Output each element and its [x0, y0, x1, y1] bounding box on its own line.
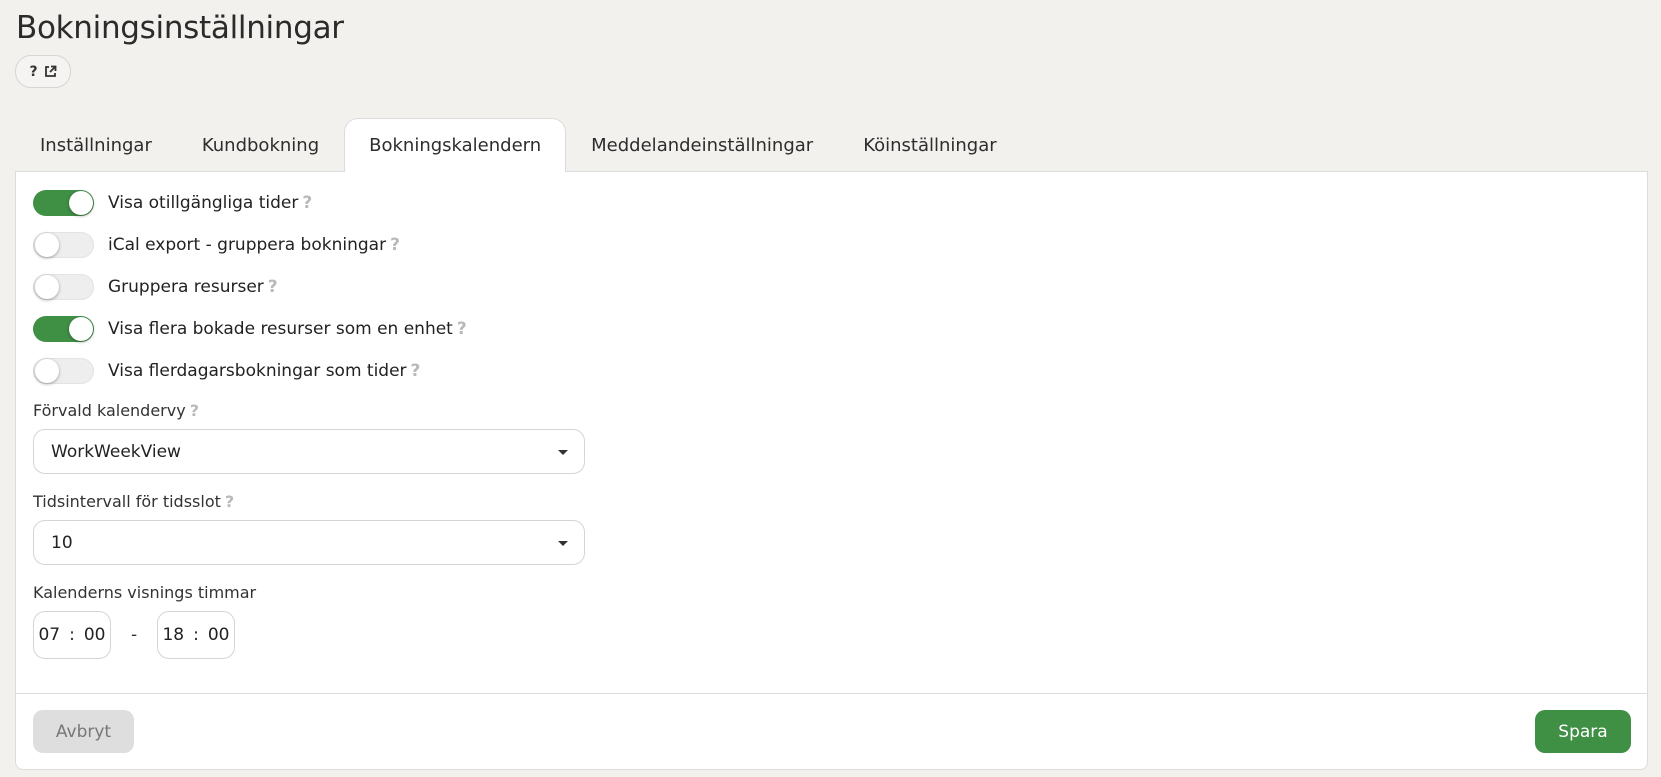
toggle-label: Visa flerdagarsbokningar som tider — [108, 361, 407, 381]
start-time-input: 07 : 00 — [33, 611, 111, 659]
question-mark-icon[interactable]: ? — [390, 235, 400, 255]
end-time-input: 18 : 00 — [157, 611, 235, 659]
question-mark-icon[interactable]: ? — [411, 361, 421, 381]
toggle-knob — [35, 359, 59, 383]
toggle-knob — [69, 191, 93, 215]
toggle-knob — [35, 275, 59, 299]
slot-interval-value: 10 — [51, 532, 73, 553]
default-view-select[interactable]: WorkWeekView — [33, 429, 585, 474]
toggle-row-multi-resources: Visa flera bokade resurser som en enhet … — [33, 315, 467, 343]
group-resources-toggle[interactable] — [33, 274, 94, 300]
toggle-row-multiday-as-times: Visa flerdagarsbokningar som tider ? — [33, 357, 420, 385]
question-mark-icon: ? — [29, 63, 38, 80]
default-view-value: WorkWeekView — [51, 441, 181, 462]
footer-divider — [16, 693, 1647, 694]
question-mark-icon[interactable]: ? — [457, 319, 467, 339]
page-title: Bokningsinställningar — [16, 10, 344, 46]
end-hour-input[interactable]: 18 — [162, 625, 184, 645]
time-colon: : — [193, 625, 199, 645]
toggle-row-unavailable-times: Visa otillgängliga tider ? — [33, 189, 312, 217]
toggle-label: Visa otillgängliga tider — [108, 193, 299, 213]
slot-interval-label-text: Tidsintervall för tidsslot — [33, 492, 221, 511]
toggle-label: Gruppera resurser — [108, 277, 264, 297]
tab-meddelandeinstallningar[interactable]: Meddelandeinställningar — [566, 118, 838, 172]
end-minute-input[interactable]: 00 — [208, 625, 230, 645]
settings-panel: Visa otillgängliga tider ? iCal export -… — [15, 171, 1648, 770]
start-hour-input[interactable]: 07 — [38, 625, 60, 645]
toggle-label: iCal export - gruppera bokningar — [108, 235, 387, 255]
multiday-as-times-toggle[interactable] — [33, 358, 94, 384]
caret-down-icon — [558, 541, 568, 546]
tab-koinstallningar[interactable]: Köinställningar — [838, 118, 1021, 172]
tab-kundbokning[interactable]: Kundbokning — [177, 118, 344, 172]
question-mark-icon[interactable]: ? — [268, 277, 278, 297]
ical-group-toggle[interactable] — [33, 232, 94, 258]
slot-interval-label: Tidsintervall för tidsslot? — [33, 492, 234, 511]
question-mark-icon[interactable]: ? — [225, 492, 234, 511]
toggle-row-group-resources: Gruppera resurser ? — [33, 273, 278, 301]
multi-resources-toggle[interactable] — [33, 316, 94, 342]
toggle-label: Visa flera bokade resurser som en enhet — [108, 319, 453, 339]
time-range-separator: - — [131, 625, 138, 645]
tab-bar: Inställningar Kundbokning Bokningskalend… — [15, 118, 1022, 172]
time-colon: : — [69, 625, 75, 645]
help-external-link-button[interactable]: ? — [15, 55, 71, 88]
default-view-label: Förvald kalendervy? — [33, 401, 199, 420]
cancel-button[interactable]: Avbryt — [33, 710, 134, 753]
tab-bokningskalendern[interactable]: Bokningskalendern — [344, 118, 567, 172]
external-link-icon — [44, 65, 56, 77]
start-minute-input[interactable]: 00 — [84, 625, 106, 645]
toggle-knob — [69, 317, 93, 341]
toggle-row-ical-group: iCal export - gruppera bokningar ? — [33, 231, 400, 259]
caret-down-icon — [558, 450, 568, 455]
display-hours-label: Kalenderns visnings timmar — [33, 583, 257, 602]
question-mark-icon[interactable]: ? — [190, 401, 199, 420]
save-button[interactable]: Spara — [1535, 710, 1631, 753]
tab-installningar[interactable]: Inställningar — [15, 118, 177, 172]
toggle-knob — [35, 233, 59, 257]
unavailable-times-toggle[interactable] — [33, 190, 94, 216]
question-mark-icon[interactable]: ? — [302, 193, 312, 213]
default-view-label-text: Förvald kalendervy — [33, 401, 186, 420]
slot-interval-select[interactable]: 10 — [33, 520, 585, 565]
